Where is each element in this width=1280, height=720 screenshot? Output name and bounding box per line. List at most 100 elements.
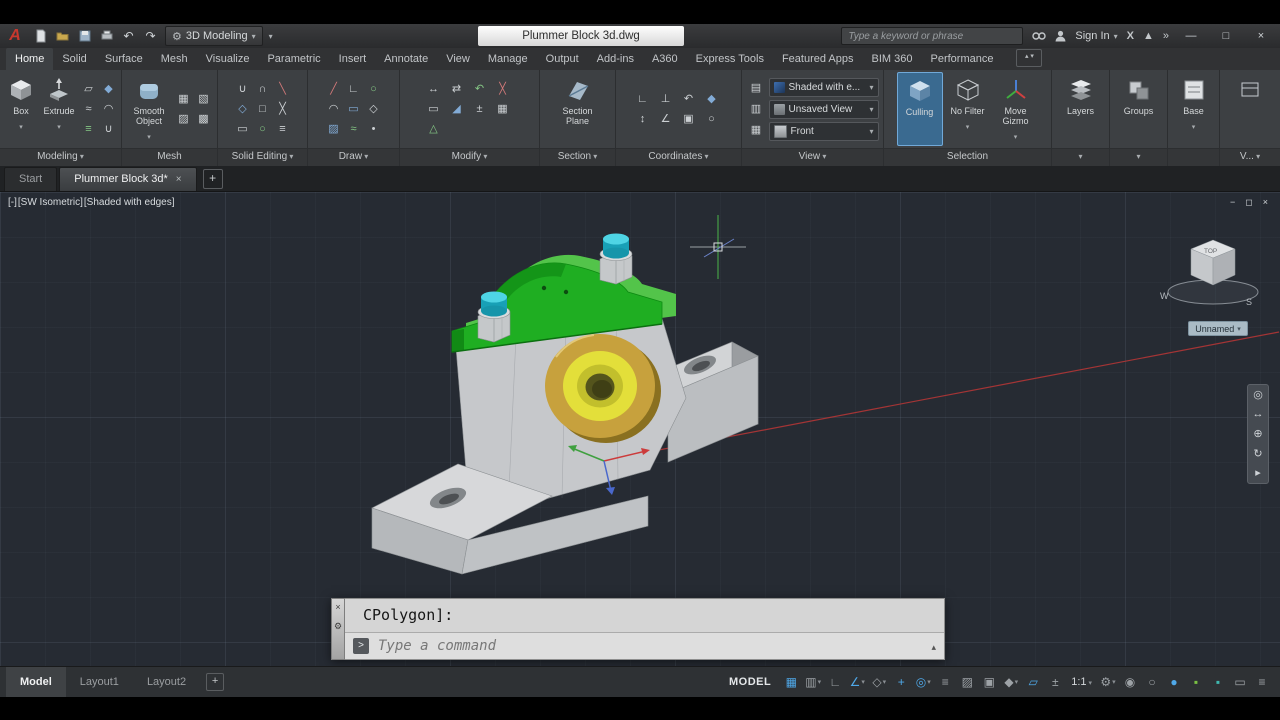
solid-union-icon[interactable]: ∪ <box>233 80 252 99</box>
viewcube-top-label[interactable]: TOP <box>1204 248 1217 255</box>
ribbon-tab-manage[interactable]: Manage <box>479 48 537 70</box>
grid-display-icon[interactable]: ▦ <box>781 672 801 692</box>
command-window-grip[interactable]: × ⚙ <box>331 598 345 660</box>
visual-style-select[interactable]: Shaded with e... <box>768 77 879 97</box>
ucs-icon[interactable]: ⊥ <box>656 90 675 109</box>
selection-cycling-icon[interactable]: ▣ <box>979 672 999 692</box>
copy-icon[interactable]: ⇄ <box>447 80 466 99</box>
minimize-button[interactable]: — <box>1178 30 1204 42</box>
viewcube-west-label[interactable]: W <box>1160 291 1169 301</box>
help-search-input[interactable] <box>841 27 1024 45</box>
no-filter-button[interactable]: No Filter <box>945 72 991 146</box>
solid-shell-icon[interactable]: ▭ <box>233 120 252 139</box>
viewport-controls-menu[interactable]: [-] <box>8 197 17 208</box>
workspace-switcher[interactable]: ⚙ 3D Modeling ▾ <box>165 26 263 46</box>
ribbon-display-toggle-icon[interactable] <box>1016 49 1043 67</box>
presspull-icon[interactable]: ◆ <box>99 80 118 99</box>
command-line-window[interactable]: × ⚙ CPolygon]: > <box>331 598 945 660</box>
object-snap-icon[interactable]: ◎ <box>913 672 933 692</box>
add-crease-icon[interactable]: ▩ <box>194 110 213 129</box>
isolate-objects-icon[interactable]: ○ <box>1142 672 1162 692</box>
smooth-object-button[interactable]: Smooth Object <box>126 72 172 146</box>
panel-label-groups[interactable] <box>1110 148 1167 166</box>
viewport-minimize-icon[interactable]: − <box>1230 197 1235 208</box>
visual-style-menu[interactable]: [Shaded with edges] <box>84 197 175 208</box>
array-icon[interactable]: ▦ <box>493 100 512 119</box>
culling-button[interactable]: Culling <box>896 72 943 147</box>
search-binoculars-icon[interactable] <box>1032 31 1047 41</box>
extrude-button[interactable]: Extrude <box>41 72 77 146</box>
move-gizmo-button[interactable]: Move Gizmo <box>993 72 1039 146</box>
panel-label-draw[interactable]: Draw <box>308 148 399 166</box>
box-button[interactable]: Box <box>3 72 39 146</box>
ribbon-tab-mesh[interactable]: Mesh <box>152 48 197 70</box>
panel-label-section[interactable]: Section <box>540 148 615 166</box>
viewport-select[interactable]: Front <box>768 121 879 141</box>
model-tab[interactable]: Model <box>6 667 66 697</box>
plummer-block-model[interactable] <box>371 233 759 575</box>
groups-button[interactable]: Groups <box>1116 72 1162 146</box>
smooth-more-icon[interactable]: ▧ <box>194 90 213 109</box>
ribbon-tab-parametric[interactable]: Parametric <box>258 48 329 70</box>
graphics-performance-icon[interactable]: ● <box>1164 672 1184 692</box>
panel-label-view[interactable]: View <box>742 148 883 166</box>
ucs-view-icon[interactable]: ▣ <box>679 110 698 129</box>
drawing-area[interactable]: [-] [SW Isometric] [Shaded with edges] −… <box>0 192 1280 666</box>
base-button[interactable]: Base <box>1171 72 1216 146</box>
erase-icon[interactable]: ▭ <box>424 100 443 119</box>
save-icon[interactable] <box>76 28 93 45</box>
solid-check-icon[interactable]: ≡ <box>273 120 292 139</box>
solid-separate-icon[interactable]: ○ <box>253 120 272 139</box>
spline-icon[interactable]: ≈ <box>344 120 363 139</box>
command-recent-tray-icon[interactable] <box>931 637 936 655</box>
section-plane-button[interactable]: Section Plane <box>555 72 601 146</box>
qat-overflow-icon[interactable]: ▾ <box>269 32 273 41</box>
viewcube-south-label[interactable]: S <box>1246 297 1252 307</box>
snap-mode-icon[interactable]: ▥ <box>803 672 823 692</box>
sign-in-button[interactable]: Sign In ▾ <box>1075 30 1117 42</box>
arc-icon[interactable]: ◠ <box>324 100 343 119</box>
panel-label-layers[interactable] <box>1052 148 1109 166</box>
workspace-switching-icon[interactable]: ⚙ <box>1098 672 1118 692</box>
hatch-icon[interactable]: ▨ <box>324 120 343 139</box>
isometric-drafting-icon[interactable]: ◇ <box>869 672 889 692</box>
polysolid-icon[interactable]: ▱ <box>79 80 98 99</box>
close-button[interactable]: × <box>1248 30 1274 42</box>
redo-icon[interactable]: ↷ <box>142 28 159 45</box>
app-tray-green-icon[interactable]: ▪ <box>1186 672 1206 692</box>
rotate-icon[interactable]: ↶ <box>470 80 489 99</box>
toolbar-overflow-icon[interactable]: » <box>1163 30 1169 42</box>
tab-close-icon[interactable]: × <box>176 168 182 191</box>
ucs-previous-icon[interactable]: ↶ <box>679 90 698 109</box>
object-snap-tracking-icon[interactable]: + <box>891 672 911 692</box>
pan-icon[interactable]: ↔ <box>1253 408 1264 420</box>
panel-label-solid-editing[interactable]: Solid Editing <box>218 148 307 166</box>
layers-button[interactable]: Layers <box>1058 72 1104 146</box>
ucs-object-icon[interactable]: ○ <box>702 110 721 129</box>
ucs-z-axis-icon[interactable]: ↕ <box>633 110 652 129</box>
restore-button[interactable]: □ <box>1213 30 1239 42</box>
rectangle-icon[interactable]: ▭ <box>344 100 363 119</box>
new-layout-button[interactable] <box>206 673 225 691</box>
mesh-box-icon[interactable]: ▦ <box>174 90 193 109</box>
world-ucs-icon[interactable]: ∟ <box>633 90 652 109</box>
loft-icon[interactable]: ≡ <box>79 120 98 139</box>
viewport-restore-icon[interactable]: ◻ <box>1245 197 1252 208</box>
solid-taper-face-icon[interactable]: □ <box>253 100 272 119</box>
move-icon[interactable]: ↔ <box>424 80 443 99</box>
file-tab-active-drawing[interactable]: Plummer Block 3d* × <box>59 167 197 191</box>
viewport-close-icon[interactable]: × <box>1263 197 1268 208</box>
viewport-config-icon[interactable]: ▥ <box>747 100 766 119</box>
clean-screen-icon[interactable]: ▭ <box>1230 672 1250 692</box>
ribbon-tab-visualize[interactable]: Visualize <box>197 48 259 70</box>
command-input[interactable] <box>376 637 925 655</box>
command-close-icon[interactable]: × <box>335 603 340 612</box>
ribbon-tab-surface[interactable]: Surface <box>96 48 152 70</box>
refine-mesh-icon[interactable]: ▨ <box>174 110 193 129</box>
ribbon-tab-insert[interactable]: Insert <box>330 48 376 70</box>
panel-label-partial[interactable]: V... <box>1220 148 1280 166</box>
model-space-toggle[interactable]: MODEL <box>721 676 779 688</box>
union-icon[interactable]: ∪ <box>99 120 118 139</box>
annotation-monitor-icon[interactable]: ◉ <box>1120 672 1140 692</box>
panel-label-coordinates[interactable]: Coordinates <box>616 148 741 166</box>
